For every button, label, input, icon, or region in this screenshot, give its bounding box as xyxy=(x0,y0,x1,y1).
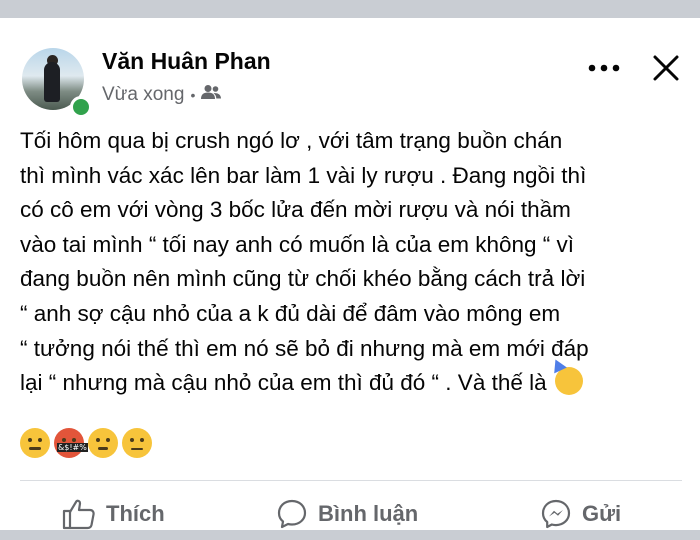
post-text-line-content: lại “ nhưng mà cậu nhỏ của em thì đủ đó … xyxy=(20,370,547,396)
divider xyxy=(20,480,682,481)
send-label: Gửi xyxy=(582,501,622,526)
post-text-line: vào tai mình “ tối nay anh có muốn là củ… xyxy=(20,231,575,257)
close-button[interactable] xyxy=(646,48,686,88)
timestamp[interactable]: Vừa xong xyxy=(102,84,184,106)
cursing-face-icon: &$!#% xyxy=(54,428,88,458)
post-text-line: “ anh sợ cậu nhỏ của a k đủ dài để đâm v… xyxy=(20,300,561,326)
post-text-line: “ tưởng nói thế thì em nó sẽ bỏ đi nhưng… xyxy=(20,335,589,361)
more-icon xyxy=(588,64,620,72)
post-text-line: đang buồn nên mình cũng từ chối khéo bằn… xyxy=(20,266,586,292)
online-status-dot xyxy=(70,96,92,118)
avatar-figure xyxy=(44,62,60,102)
like-label: Thích xyxy=(106,501,165,526)
emoji-row: &$!#% xyxy=(20,428,152,458)
drooling-face-icon xyxy=(88,428,118,458)
censor-text: &$!#% xyxy=(57,443,88,452)
post-text-line: Tối hôm qua bị crush ngó lơ , với tâm tr… xyxy=(20,128,563,153)
meta-separator: • xyxy=(190,87,196,103)
post-text-line: thì mình vác xác lên bar làm 1 vài ly rư… xyxy=(20,162,587,188)
post-text: Tối hôm qua bị crush ngó lơ , với tâm tr… xyxy=(20,124,690,401)
post-text-line: có cô em với vòng 3 bốc lửa đến mời rượu… xyxy=(20,197,571,223)
comment-icon xyxy=(277,499,307,529)
post-card: Văn Huân Phan Vừa xong • Tối hôm qua bị … xyxy=(0,18,700,530)
post-text-line-last: lại “ nhưng mà cậu nhỏ của em thì đủ đó … xyxy=(20,356,690,401)
friends-icon[interactable] xyxy=(201,84,222,106)
like-icon xyxy=(62,499,95,530)
messenger-icon xyxy=(541,499,571,529)
close-icon xyxy=(653,55,679,81)
neutral-face-icon xyxy=(122,428,152,458)
partying-face-icon xyxy=(20,428,50,458)
author-name[interactable]: Văn Huân Phan xyxy=(102,48,271,75)
partying-face-icon xyxy=(548,356,583,396)
more-options-button[interactable] xyxy=(586,56,622,80)
post-meta: Vừa xong • xyxy=(102,84,222,106)
page-bottom-bar xyxy=(0,530,700,540)
comment-label: Bình luận xyxy=(318,501,419,526)
